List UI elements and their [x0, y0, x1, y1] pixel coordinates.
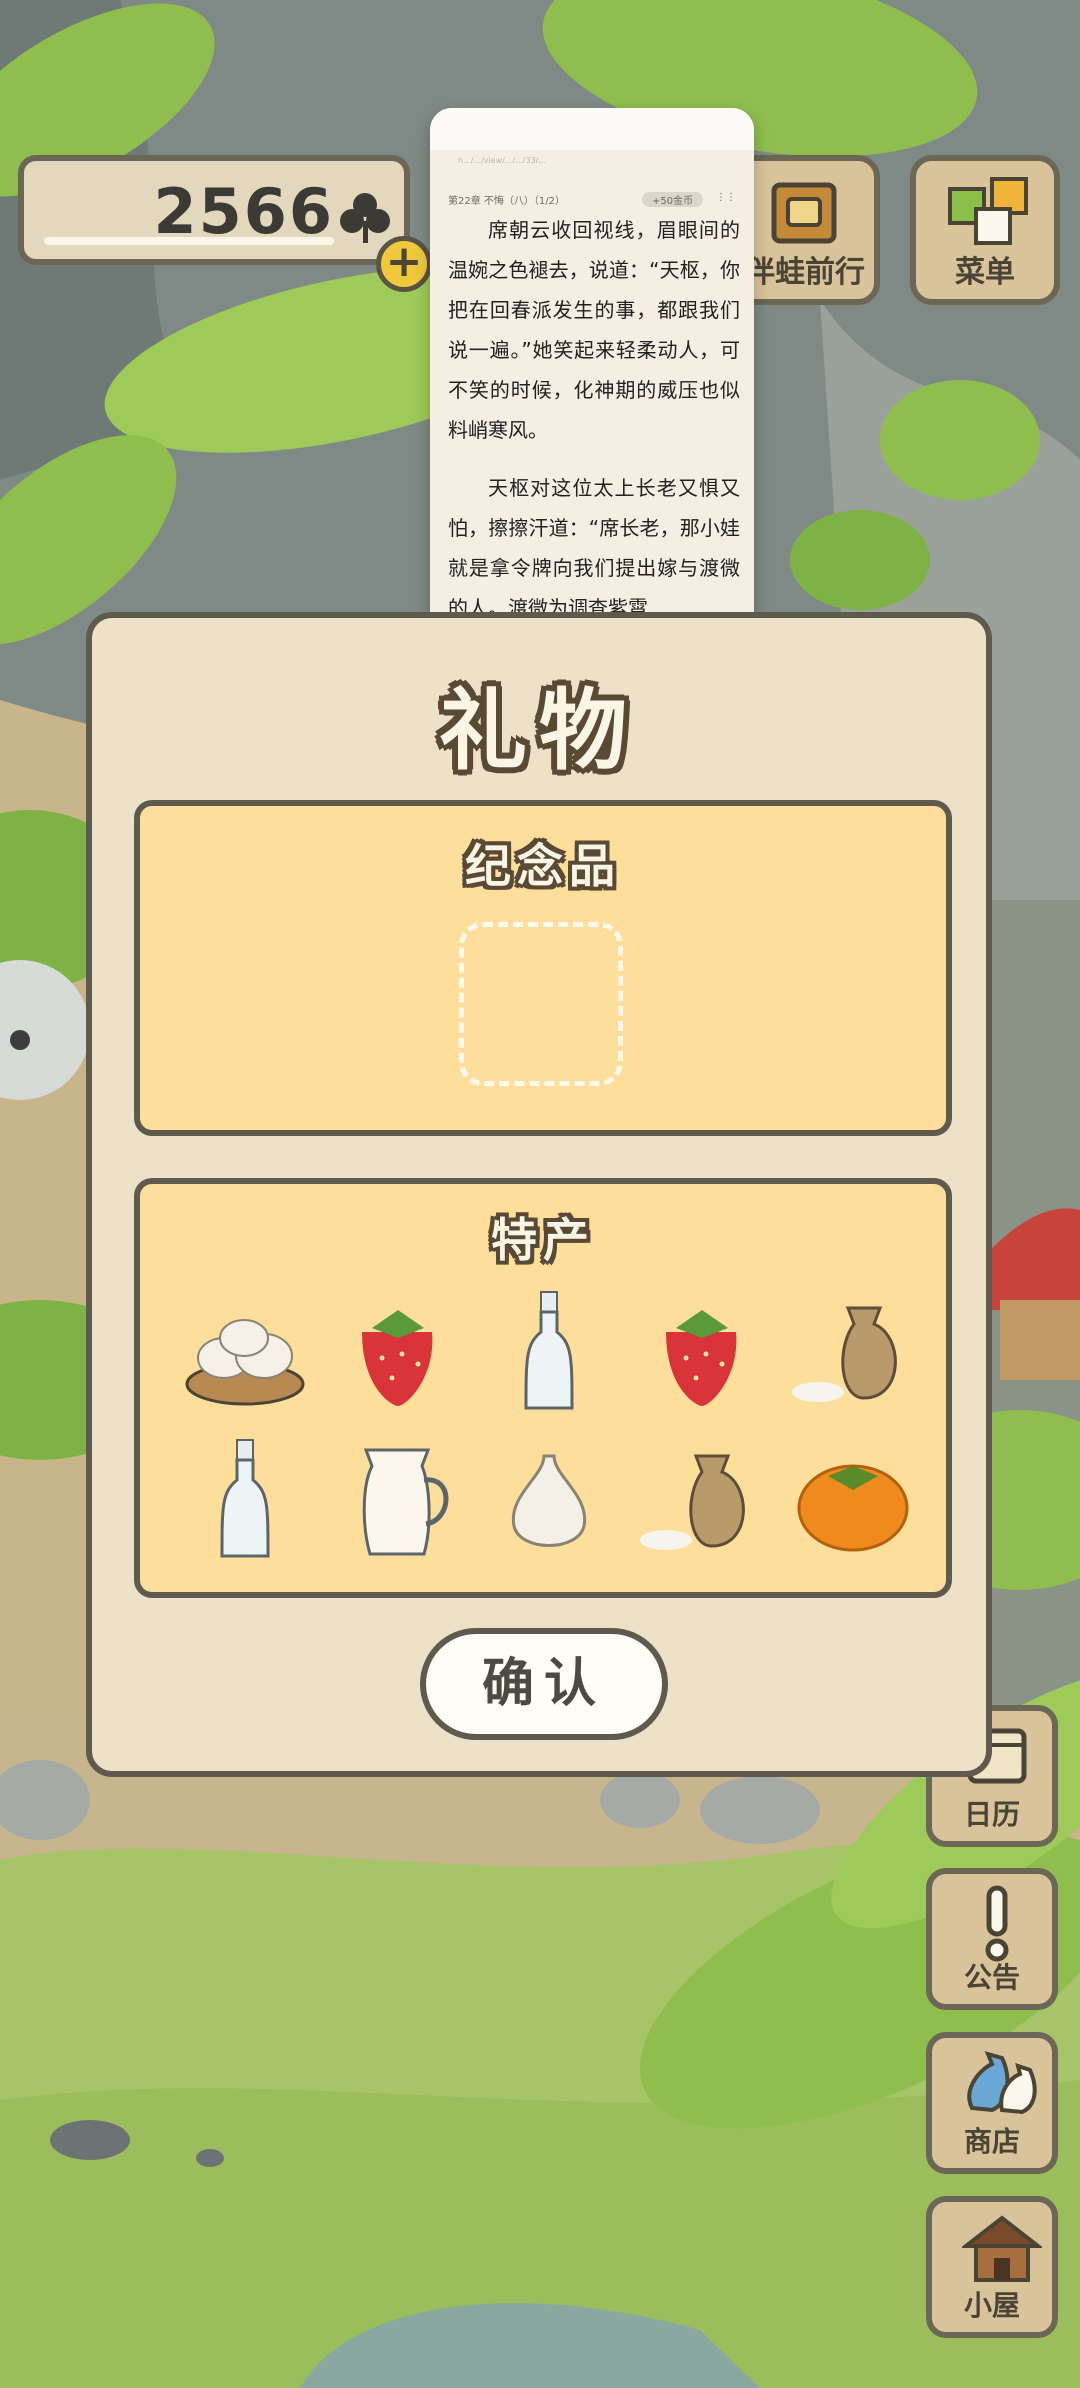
- specialty-item[interactable]: [636, 1436, 766, 1566]
- menu-label: 菜单: [955, 255, 1015, 290]
- confirm-button[interactable]: 确认: [420, 1628, 668, 1740]
- reader-text: 席朝云收回视线，眉眼间的温婉之色褪去，说道：“天枢，你把在回春派发生的事，都跟我…: [448, 210, 740, 642]
- milk-pitcher-icon: [362, 1448, 449, 1556]
- house-icon: [962, 2215, 1042, 2282]
- shop-label: 商店: [963, 2125, 1020, 2158]
- rice-sack-icon: [792, 1306, 897, 1402]
- clover-counter: 2566: [18, 155, 410, 265]
- reader-toolbar: 第22章 不悔（八）（1/2） +50金币 ⋮⋮: [448, 192, 736, 210]
- specialty-item[interactable]: [788, 1288, 918, 1418]
- clover-icon: [340, 193, 390, 243]
- specialty-item[interactable]: [332, 1288, 462, 1418]
- gift-panel: 礼物 纪念品 特产 确认: [86, 612, 992, 1777]
- notice-button[interactable]: 公告: [926, 1868, 1058, 2010]
- menu-cards-icon: [948, 177, 1028, 245]
- reader-paragraph: 席朝云收回视线，眉眼间的温婉之色褪去，说道：“天枢，你把在回春派发生的事，都跟我…: [448, 218, 740, 442]
- specialty-item[interactable]: [636, 1288, 766, 1418]
- bags-icon: [967, 2050, 1037, 2115]
- menu-button[interactable]: 菜单: [910, 155, 1060, 305]
- clover-underline: [44, 237, 334, 245]
- dumplings-icon: [185, 1319, 305, 1406]
- strawberry-icon: [362, 1310, 433, 1406]
- add-clovers-button[interactable]: +: [376, 236, 432, 292]
- more-icon[interactable]: ⋮⋮: [716, 192, 736, 203]
- coin-badge[interactable]: +50金币: [642, 192, 704, 207]
- specialty-item[interactable]: [484, 1288, 614, 1418]
- reader-paragraph: 天枢对这位太上长老又惧又怕，擦擦汗道：“席长老，那小娃就是拿令牌向我们提出嫁与渡…: [448, 476, 740, 620]
- reader-header: [430, 108, 754, 150]
- gift-panel-title: 礼物: [438, 679, 639, 782]
- reader-overlay[interactable]: h.../.../view/.../.../33/... 第22章 不悔（八）（…: [430, 108, 754, 642]
- specialty-item[interactable]: [332, 1436, 462, 1566]
- calendar-label: 日历: [963, 1798, 1020, 1831]
- specialty-title: 特产: [491, 1213, 595, 1267]
- rice-sack-icon: [640, 1454, 745, 1550]
- persimmon-icon: [797, 1464, 909, 1552]
- notice-label: 公告: [963, 1961, 1020, 1994]
- house-button[interactable]: 小屋: [926, 2196, 1058, 2338]
- strawberry-icon: [666, 1310, 737, 1406]
- souvenir-title: 纪念品: [465, 839, 621, 893]
- reader-chapter[interactable]: 第22章 不悔（八）（1/2）: [448, 196, 565, 207]
- specialty-section: 特产: [134, 1178, 952, 1598]
- journal-icon: [771, 182, 837, 244]
- bottle-icon: [220, 1439, 270, 1558]
- exclamation-icon: [985, 1885, 1009, 1962]
- shop-button[interactable]: 商店: [926, 2032, 1058, 2174]
- specialty-item[interactable]: [788, 1436, 918, 1566]
- specialty-item[interactable]: [484, 1436, 614, 1566]
- specialty-item[interactable]: [180, 1288, 310, 1418]
- souvenir-section: 纪念品: [134, 800, 952, 1136]
- souvenir-slot[interactable]: [459, 922, 623, 1086]
- reader-url: h.../.../view/.../.../33/...: [458, 156, 546, 165]
- bottle-icon: [524, 1291, 574, 1410]
- garlic-icon: [511, 1454, 587, 1547]
- specialty-item[interactable]: [180, 1436, 310, 1566]
- frog-journey-label: 伴蛙前行: [745, 255, 865, 290]
- house-label: 小屋: [963, 2289, 1020, 2322]
